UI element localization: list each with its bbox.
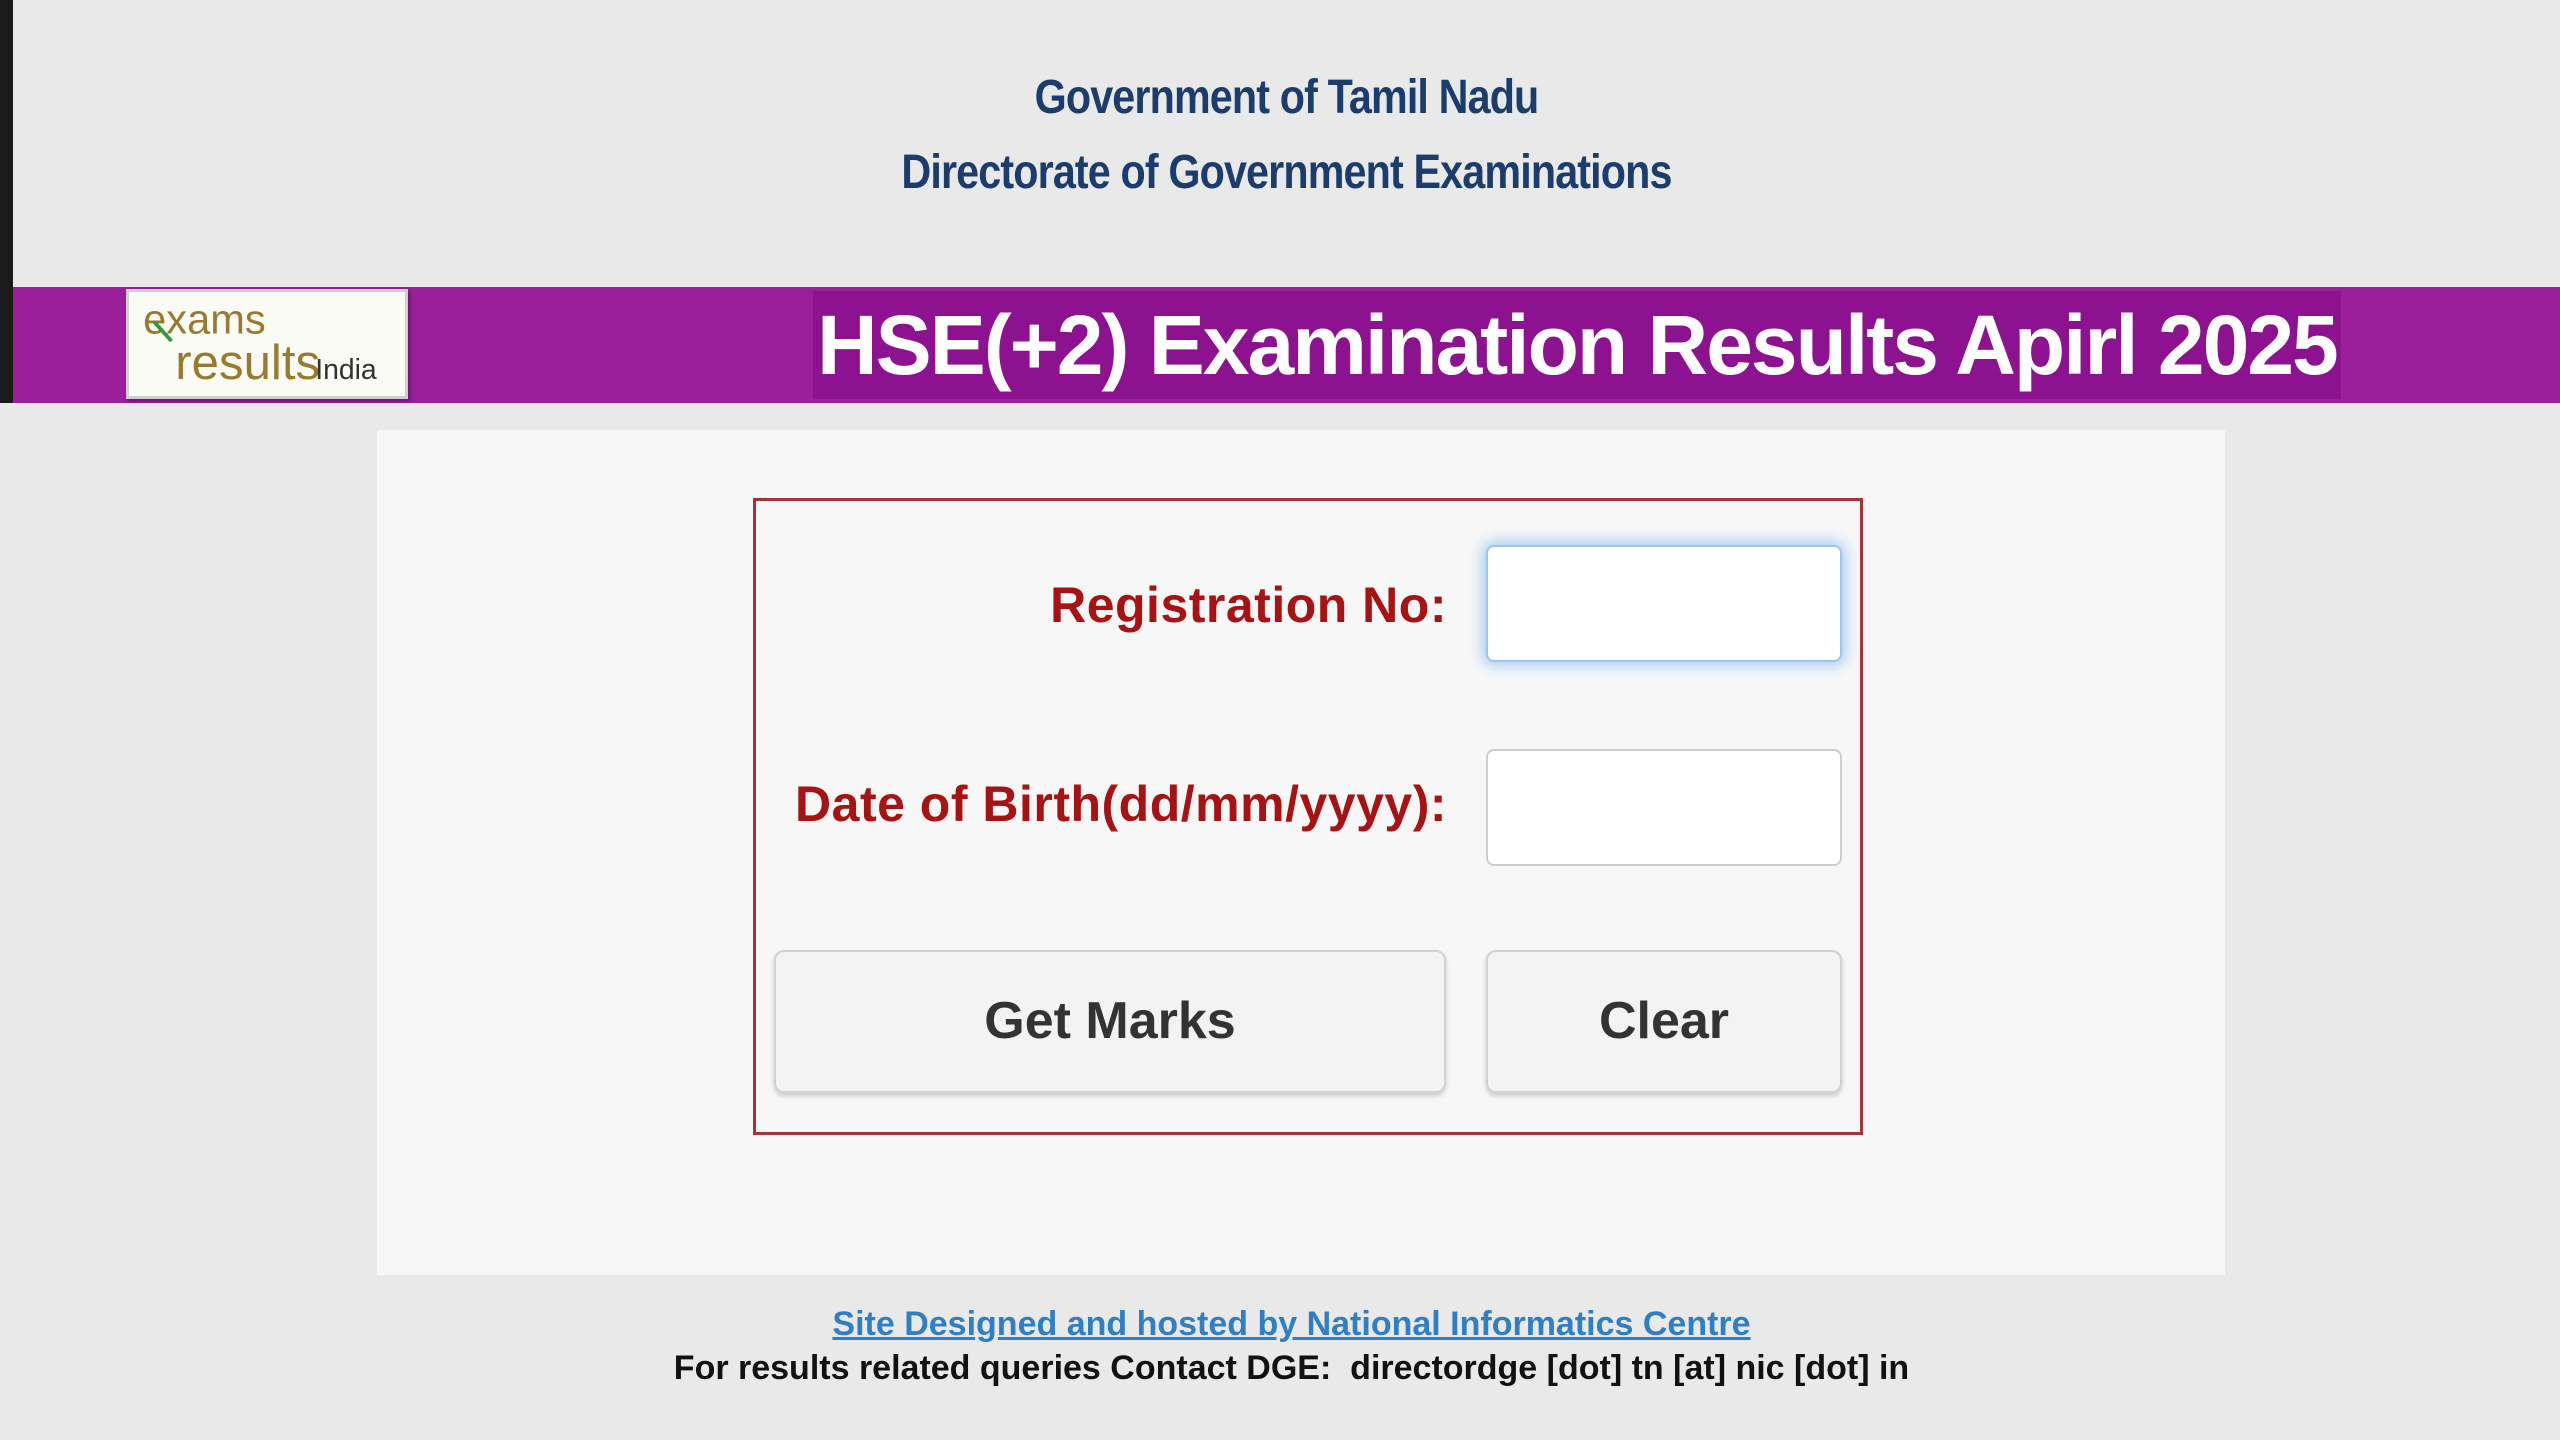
contact-info-text: For results related queries Contact DGE:… (673, 1349, 1910, 1387)
nic-credit-link[interactable]: Site Designed and hosted by National Inf… (23, 1305, 2560, 1344)
get-marks-button[interactable]: Get Marks (774, 950, 1446, 1093)
exams-results-india-logo[interactable]: exams results India (126, 289, 408, 399)
result-login-form: Registration No: Date of Birth(dd/mm/yyy… (753, 498, 1863, 1135)
site-header: Government of Tamil Nadu Directorate of … (13, 0, 2560, 287)
logo-graphic: exams results India (143, 296, 377, 390)
clear-button[interactable]: Clear (1486, 950, 1842, 1093)
header-directorate-title: Directorate of Government Examinations (901, 146, 1672, 199)
left-edge-strip (0, 0, 13, 403)
logo-word-results: results (175, 335, 320, 390)
header-government-title: Government of Tamil Nadu (1034, 71, 1540, 124)
registration-number-input[interactable] (1486, 545, 1842, 662)
title-banner: exams results India HSE(+2) Examination … (13, 287, 2560, 403)
registration-label: Registration No: (1050, 577, 1447, 633)
logo-word-india: India (315, 354, 377, 386)
site-footer: Site Designed and hosted by National Inf… (23, 1277, 2560, 1440)
page-title: HSE(+2) Examination Results Apirl 2025 (813, 291, 2341, 399)
dob-label: Date of Birth(dd/mm/yyyy): (795, 776, 1447, 832)
date-of-birth-input[interactable] (1486, 749, 1842, 866)
